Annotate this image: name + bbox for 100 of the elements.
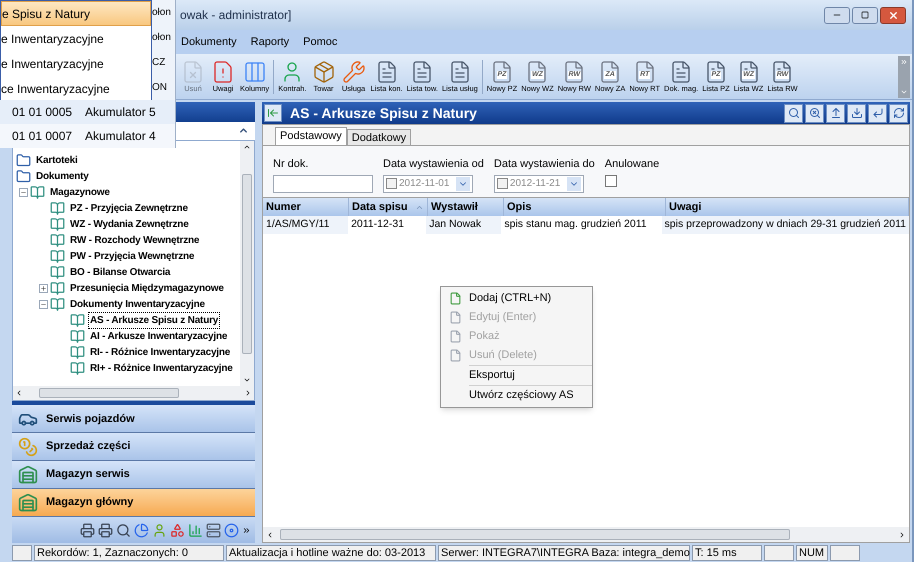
checkbox[interactable] [496, 178, 508, 189]
collapse-toggle[interactable] [18, 188, 28, 198]
document-icon [448, 292, 462, 305]
book-icon [50, 265, 65, 280]
tree-item[interactable]: AS - Arkusze Spisu z Natury [88, 312, 220, 330]
close-button[interactable] [880, 6, 906, 24]
checkbox[interactable] [604, 174, 617, 186]
pie-chart-icon[interactable] [134, 522, 149, 538]
wrench-icon [342, 60, 366, 84]
menu-item[interactable]: Pomoc [303, 34, 338, 50]
download-icon [850, 107, 862, 119]
tree-item[interactable]: Przesunięcia Międzymagazynowe [68, 280, 226, 298]
field-label: Data wystawienia od [383, 157, 484, 172]
close-icon [888, 10, 898, 20]
menu-item[interactable]: Eksportuj [441, 366, 592, 385]
printer-icon[interactable] [98, 522, 113, 538]
book-icon [50, 281, 65, 296]
columns-icon [242, 60, 267, 84]
scroll-thumb[interactable] [39, 388, 179, 398]
refresh-button[interactable] [889, 104, 908, 122]
search-clear-icon [808, 107, 820, 119]
dropdown-item[interactable]: ce Inwentaryzacyjne [1, 76, 151, 101]
expand-toggle[interactable] [38, 284, 48, 294]
checkbox[interactable] [386, 178, 397, 189]
horizontal-scrollbar[interactable] [263, 527, 909, 542]
dropdown-item[interactable]: e Spisu z Natury [1, 1, 151, 26]
tab[interactable]: Podstawowy [275, 127, 347, 145]
module-button[interactable]: Magazyn główny [12, 489, 255, 518]
scroll-thumb[interactable] [242, 174, 252, 354]
book-icon [50, 249, 65, 264]
tree-item[interactable]: Magazynowe [48, 184, 112, 202]
maximize-button[interactable] [852, 6, 878, 24]
tree-item[interactable]: RI+ - Różnice Inwentaryzacyjne [88, 360, 235, 378]
printer-icon[interactable] [80, 522, 95, 538]
book-icon [70, 361, 85, 376]
status-pane: Serwer: INTEGRA7\INTEGRA Baza: integra_demo [438, 545, 690, 561]
table-cell: 1/AS/MGY/11 [263, 216, 348, 234]
search-clear-button[interactable] [805, 104, 824, 122]
table-cell-text: CZ [152, 56, 166, 70]
status-pane [12, 545, 32, 561]
tree-item[interactable]: WZ - Wydania Zewnętrzne [68, 216, 191, 234]
tree-item[interactable]: BO - Bilanse Otwarcia [68, 264, 172, 282]
table-cell-text: 01 01 0007 [11, 128, 74, 145]
dropdown-item[interactable]: e Inwentaryzacyjne [1, 26, 151, 51]
scroll-left-icon [15, 389, 23, 398]
tree-item[interactable]: RW - Rozchody Wewnętrzne [68, 232, 202, 250]
arrow-icon [872, 107, 884, 119]
module-button[interactable]: Serwis pojazdów [12, 405, 255, 434]
person-icon[interactable] [152, 522, 167, 538]
tree-item[interactable]: PZ - Przyjęcia Zewnętrzne [68, 200, 190, 218]
tree-item[interactable]: Kartoteki [34, 152, 80, 170]
coins-icon [18, 436, 38, 457]
warehouse-icon [18, 492, 38, 513]
status-pane: Aktualizacja i hotline ważne do: 03-2013 [226, 545, 436, 561]
search-button[interactable] [784, 104, 803, 122]
tab[interactable]: Dodatkowy [346, 129, 412, 145]
status-pane: T: 15 ms [692, 545, 762, 561]
double-chevron-icon[interactable] [242, 526, 251, 535]
book-icon [50, 233, 65, 248]
book-icon [70, 329, 85, 344]
menu-item[interactable]: Utwórz częściowy AS [441, 386, 592, 405]
module-button[interactable]: Magazyn serwis [12, 461, 255, 490]
bar-chart-icon[interactable] [188, 522, 203, 538]
tree-item[interactable]: Dokumenty [34, 168, 91, 186]
toolbar-overflow[interactable] [898, 56, 910, 98]
table-cell-text: Akumulator 4 [85, 128, 156, 145]
shapes-icon[interactable] [170, 522, 185, 538]
table-cell-text: ON [152, 81, 168, 95]
horizontal-scrollbar[interactable] [13, 386, 254, 400]
scroll-thumb[interactable] [280, 529, 790, 540]
tree-item[interactable]: RI- - Różnice Inwentaryzacyjne [88, 344, 232, 362]
server-icon[interactable] [206, 522, 221, 538]
module-button[interactable]: Sprzedaż części [12, 433, 255, 462]
book-icon [70, 313, 85, 328]
search-icon [788, 107, 800, 119]
vertical-scrollbar[interactable] [240, 140, 254, 386]
folder-icon [16, 169, 31, 184]
tree-item[interactable]: AI - Arkusze Inwentaryzacyjne [88, 328, 230, 346]
dropdown-item[interactable]: e Inwentaryzacyjne [1, 51, 151, 76]
tree-item[interactable]: Dokumenty Inwentaryzacyjne [68, 296, 207, 314]
collapse-toggle[interactable] [38, 300, 48, 310]
download-button[interactable] [847, 104, 866, 122]
refresh-icon [892, 107, 904, 119]
upload-button[interactable] [826, 104, 845, 122]
table-cell-text: 01 01 0005 [11, 104, 74, 121]
scroll-left-icon [266, 530, 274, 538]
double-chevron-icon [900, 58, 908, 66]
table-cell-text: ołon [152, 6, 172, 20]
menu-item[interactable]: Dodaj (CTRL+N) [441, 289, 592, 308]
back-button[interactable] [264, 104, 282, 122]
tree-item[interactable]: PW - Przyjęcia Wewnętrzne [68, 248, 196, 266]
menu-item[interactable]: Raporty [250, 34, 290, 50]
table-cell: spis przeprowadzony w dniach 29-31 grudzień 2011 [662, 216, 909, 234]
table-cell-text: ołon [152, 31, 172, 45]
book-icon [50, 201, 65, 216]
upload-icon [830, 107, 842, 119]
arrow-button[interactable] [868, 104, 887, 122]
menu-item[interactable]: Dokumenty [181, 34, 237, 50]
search-icon[interactable] [116, 522, 131, 538]
input-field[interactable] [273, 174, 373, 192]
